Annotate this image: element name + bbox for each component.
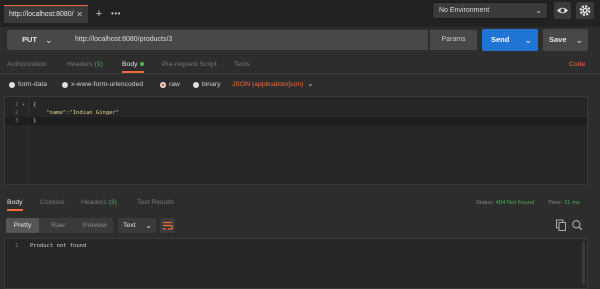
response-tabs: Body Cookies Headers (3) Test Results St… xyxy=(0,194,600,212)
format-pretty-button[interactable]: Pretty xyxy=(6,218,39,233)
content-type-label: JSON (application/json) xyxy=(232,81,304,88)
tab-headers[interactable]: Headers (1) xyxy=(67,59,103,71)
line-number: 3 xyxy=(15,118,19,124)
environment-select[interactable]: No Environment ⌄ xyxy=(432,2,548,19)
response-tab-headers[interactable]: Headers (3) xyxy=(81,197,117,209)
tab-authorization[interactable]: Authorization xyxy=(7,59,47,71)
tab-tests[interactable]: Tests xyxy=(234,59,250,71)
response-text: Product not found xyxy=(30,243,87,249)
code-link[interactable]: Code xyxy=(569,61,585,68)
status-value: 404 Not Found xyxy=(495,200,535,206)
content-type-select[interactable]: JSON (application/json) ⌄ xyxy=(232,80,313,90)
radio-raw[interactable]: raw xyxy=(160,80,180,90)
chevron-down-icon: ⌄ xyxy=(307,81,314,88)
request-tab-label: http://localhost:8080/ xyxy=(9,11,74,18)
close-icon[interactable]: ✕ xyxy=(76,6,83,23)
editor-line: 3 } xyxy=(5,117,587,125)
eye-icon xyxy=(557,7,568,14)
line-number: 1 xyxy=(15,102,19,108)
editor-line: 2 "name":"Indian Ginger" xyxy=(5,109,587,117)
chevron-down-icon[interactable]: ⌄ xyxy=(575,29,583,51)
url-input[interactable]: http://localhost:8080/products/3 xyxy=(67,30,428,50)
response-scrollbar[interactable] xyxy=(582,241,585,285)
response-toolbar: Pretty Raw Preview Text ⌄ xyxy=(0,214,600,236)
json-key: "name" xyxy=(46,110,67,116)
wrap-lines-button[interactable] xyxy=(160,218,175,233)
method-label: PUT xyxy=(22,35,37,44)
format-preview-button[interactable]: Preview xyxy=(77,218,113,233)
chevron-down-icon: ⌄ xyxy=(145,221,152,230)
request-tabs: Authorization Headers (1) Body Pre-reque… xyxy=(0,57,600,74)
code-text: { xyxy=(33,102,37,108)
request-bar: PUT ⌄ http://localhost:8080/products/3 P… xyxy=(0,27,600,55)
new-tab-button[interactable]: + xyxy=(92,6,106,22)
search-icon xyxy=(572,220,583,231)
radio-urlencoded[interactable]: x-www-form-urlencoded xyxy=(62,80,143,90)
time-label: Time: xyxy=(548,200,563,206)
editor-line: 1 ▾ { xyxy=(5,101,587,109)
response-line: 1 Product not found xyxy=(5,242,587,250)
send-label: Send xyxy=(491,35,510,44)
response-body[interactable]: 1 Product not found xyxy=(4,238,588,289)
time-value: 31 ms xyxy=(563,200,580,206)
body-type-row: form-data x-www-form-urlencoded raw bina… xyxy=(0,76,600,93)
response-tab-headers-label: Headers xyxy=(81,199,107,206)
request-tab[interactable]: http://localhost:8080/ ✕ xyxy=(4,5,88,23)
wrap-icon xyxy=(163,221,174,230)
params-button[interactable]: Params xyxy=(430,30,477,50)
status-dot-icon xyxy=(139,62,144,67)
ellipsis-icon: ••• xyxy=(111,9,121,18)
line-number: 2 xyxy=(15,110,19,116)
radio-form-data[interactable]: form-data xyxy=(9,80,47,90)
format-toggle-group: Pretty Raw Preview xyxy=(6,218,113,233)
status-label: Status: xyxy=(476,200,495,206)
code-text: } xyxy=(33,118,37,124)
tab-headers-label: Headers xyxy=(67,61,93,68)
chevron-down-icon: ⌄ xyxy=(45,35,53,45)
tab-body-label: Body xyxy=(122,61,138,68)
save-label: Save xyxy=(549,35,567,44)
chevron-down-icon[interactable]: ⌄ xyxy=(524,29,532,51)
line-number: 1 xyxy=(15,243,19,249)
tab-body[interactable]: Body xyxy=(122,59,144,73)
copy-icon xyxy=(556,219,566,231)
search-button[interactable] xyxy=(571,218,583,232)
send-button[interactable]: Send ⌄ xyxy=(482,29,538,51)
request-body-editor[interactable]: 1 ▾ { 2 "name":"Indian Ginger" 3 } xyxy=(4,96,588,185)
response-time: Time: 31 ms xyxy=(548,200,580,206)
copy-button[interactable] xyxy=(555,218,567,232)
fold-arrow-icon[interactable]: ▾ xyxy=(22,101,25,109)
top-bar: http://localhost:8080/ ✕ + ••• No Enviro… xyxy=(0,0,600,27)
environment-quick-look-button[interactable] xyxy=(554,2,571,19)
format-raw-button[interactable]: Raw xyxy=(43,218,73,233)
response-type-label: Text xyxy=(123,222,136,229)
response-headers-count: (3) xyxy=(108,199,117,206)
tab-prerequest-script[interactable]: Pre-request Script xyxy=(162,59,217,71)
settings-button[interactable] xyxy=(576,2,594,19)
response-tab-test-results[interactable]: Test Results xyxy=(137,197,174,209)
code-text: "name":"Indian Ginger" xyxy=(33,109,119,117)
save-button[interactable]: Save ⌄ xyxy=(543,29,588,51)
json-value: "Indian Ginger" xyxy=(69,110,120,116)
gear-icon xyxy=(579,5,591,16)
more-tabs-button[interactable]: ••• xyxy=(108,6,124,22)
method-select[interactable]: PUT ⌄ xyxy=(7,30,67,50)
response-status: Status: 404 Not Found xyxy=(476,200,534,206)
response-tab-body[interactable]: Body xyxy=(7,197,23,211)
headers-count: (1) xyxy=(94,61,103,68)
plus-icon: + xyxy=(95,8,103,20)
environment-label: No Environment xyxy=(439,7,490,14)
chevron-down-icon: ⌄ xyxy=(535,6,542,15)
radio-binary[interactable]: binary xyxy=(193,80,221,90)
response-type-select[interactable]: Text ⌄ xyxy=(118,218,156,233)
response-tab-cookies[interactable]: Cookies xyxy=(40,197,65,209)
